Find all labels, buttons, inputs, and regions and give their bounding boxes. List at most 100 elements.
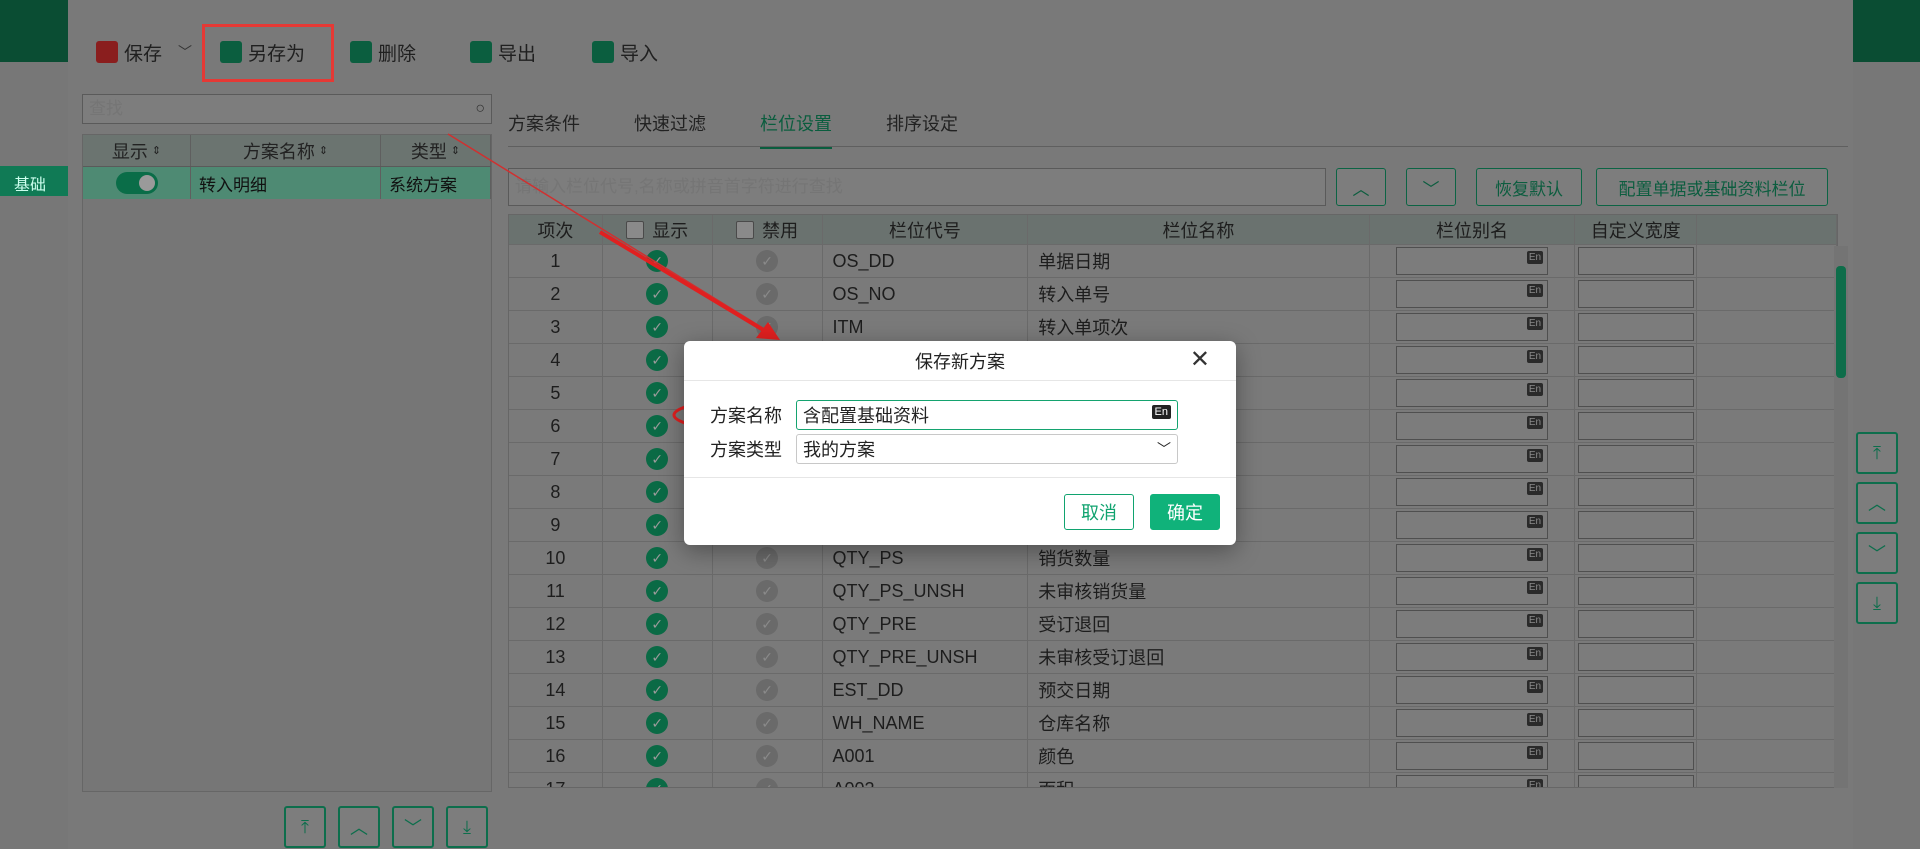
check-circle-disabled-icon[interactable]: ✓ [756, 283, 779, 305]
language-icon[interactable]: En [1526, 647, 1544, 660]
check-circle-icon[interactable]: ✓ [646, 382, 669, 404]
table-row[interactable]: 11 ✓ ✓ QTY_PS_UNSH 未审核销货量 En [509, 575, 1837, 608]
language-icon[interactable]: En [1526, 581, 1544, 594]
language-icon[interactable]: En [1151, 405, 1171, 419]
delete-button[interactable]: 删除 [350, 36, 416, 68]
tab-column-settings[interactable]: 栏位设置 [760, 100, 832, 149]
check-circle-icon[interactable]: ✓ [646, 283, 669, 305]
check-circle-disabled-icon[interactable]: ✓ [756, 646, 779, 668]
tab-sort-settings[interactable]: 排序设定 [886, 100, 958, 149]
width-input[interactable] [1577, 775, 1694, 787]
col-header-scheme-name[interactable]: 方案名称 ⇕ [191, 135, 381, 166]
width-input[interactable] [1577, 742, 1694, 770]
check-circle-icon[interactable]: ✓ [646, 514, 669, 536]
check-circle-icon[interactable]: ✓ [646, 349, 669, 371]
import-button[interactable]: 导入 [592, 36, 658, 68]
alias-input[interactable]: En [1396, 313, 1549, 341]
check-circle-icon[interactable]: ✓ [646, 712, 669, 734]
scheme-search-field[interactable]: ○ [82, 94, 492, 124]
width-input[interactable] [1577, 577, 1694, 605]
column-search-field[interactable] [508, 168, 1326, 206]
table-row[interactable]: 1 ✓ ✓ OS_DD 单据日期 En [509, 245, 1837, 278]
language-icon[interactable]: En [1526, 350, 1544, 363]
check-circle-icon[interactable]: ✓ [646, 547, 669, 569]
language-icon[interactable]: En [1526, 317, 1544, 330]
language-icon[interactable]: En [1526, 383, 1544, 396]
check-circle-icon[interactable]: ✓ [646, 646, 669, 668]
check-circle-disabled-icon[interactable]: ✓ [756, 547, 779, 569]
alias-input[interactable]: En [1396, 643, 1549, 671]
table-row[interactable]: 15 ✓ ✓ WH_NAME 仓库名称 En [509, 707, 1837, 740]
alias-input[interactable]: En [1396, 379, 1549, 407]
check-circle-icon[interactable]: ✓ [646, 613, 669, 635]
check-circle-icon[interactable]: ✓ [646, 250, 669, 272]
check-circle-disabled-icon[interactable]: ✓ [756, 613, 779, 635]
disable-all-checkbox[interactable] [736, 220, 755, 239]
width-input[interactable] [1577, 412, 1694, 440]
table-row[interactable]: 2 ✓ ✓ OS_NO 转入单号 En [509, 278, 1837, 311]
move-up-small-button[interactable]: ︿ [1336, 168, 1386, 206]
check-circle-icon[interactable]: ✓ [646, 481, 669, 503]
column-search-input[interactable] [515, 177, 1319, 197]
table-row[interactable]: 14 ✓ ✓ EST_DD 预交日期 En [509, 674, 1837, 707]
move-down-button[interactable]: ﹀ [392, 806, 434, 848]
alias-input[interactable]: En [1396, 709, 1549, 737]
check-circle-icon[interactable]: ✓ [646, 415, 669, 437]
scheme-type-select[interactable]: 我的方案 ﹀ [796, 434, 1178, 464]
table-row[interactable]: 16 ✓ ✓ A001 颜色 En [509, 740, 1837, 773]
restore-default-button[interactable]: 恢复默认 [1476, 168, 1582, 206]
language-icon[interactable]: En [1526, 746, 1544, 759]
column-move-bottom-button[interactable]: ⤓ [1856, 582, 1898, 624]
check-circle-icon[interactable]: ✓ [646, 745, 669, 767]
width-input[interactable] [1577, 676, 1694, 704]
close-icon[interactable]: ✕ [1190, 348, 1210, 372]
language-icon[interactable]: En [1526, 251, 1544, 264]
table-row[interactable]: 10 ✓ ✓ QTY_PS 销货数量 En [509, 542, 1837, 575]
alias-input[interactable]: En [1396, 676, 1549, 704]
export-button[interactable]: 导出 [470, 36, 536, 68]
language-icon[interactable]: En [1526, 680, 1544, 693]
check-circle-icon[interactable]: ✓ [646, 679, 669, 701]
alias-input[interactable]: En [1396, 610, 1549, 638]
check-circle-disabled-icon[interactable]: ✓ [756, 679, 779, 701]
column-move-up-button[interactable]: ︿ [1856, 482, 1898, 524]
language-icon[interactable]: En [1526, 779, 1544, 787]
alias-input[interactable]: En [1396, 478, 1549, 506]
language-icon[interactable]: En [1526, 284, 1544, 297]
tab-quick-filter[interactable]: 快速过滤 [634, 100, 706, 149]
width-input[interactable] [1577, 247, 1694, 275]
check-circle-disabled-icon[interactable]: ✓ [756, 745, 779, 767]
grid-scrollbar-thumb[interactable] [1836, 266, 1846, 378]
configure-fields-button[interactable]: 配置单据或基础资料栏位 [1596, 168, 1828, 206]
scheme-row[interactable]: 转入明细 系统方案 [83, 167, 491, 199]
width-input[interactable] [1577, 379, 1694, 407]
language-icon[interactable]: En [1526, 614, 1544, 627]
move-down-small-button[interactable]: ﹀ [1406, 168, 1456, 206]
language-icon[interactable]: En [1526, 548, 1544, 561]
alias-input[interactable]: En [1396, 346, 1549, 374]
alias-input[interactable]: En [1396, 577, 1549, 605]
alias-input[interactable]: En [1396, 247, 1549, 275]
save-button[interactable]: 保存 ﹀ [96, 36, 192, 68]
check-circle-disabled-icon[interactable]: ✓ [756, 712, 779, 734]
check-circle-icon[interactable]: ✓ [646, 316, 669, 338]
check-circle-icon[interactable]: ✓ [646, 448, 669, 470]
show-toggle[interactable] [115, 172, 158, 194]
language-icon[interactable]: En [1526, 449, 1544, 462]
alias-input[interactable]: En [1396, 511, 1549, 539]
table-row[interactable]: 13 ✓ ✓ QTY_PRE_UNSH 未审核受订退回 En [509, 641, 1837, 674]
move-bottom-button[interactable]: ⤓ [446, 806, 488, 848]
move-top-button[interactable]: ⤒ [284, 806, 326, 848]
width-input[interactable] [1577, 610, 1694, 638]
width-input[interactable] [1577, 313, 1694, 341]
search-icon[interactable]: ○ [475, 100, 485, 118]
check-circle-disabled-icon[interactable]: ✓ [756, 250, 779, 272]
language-icon[interactable]: En [1526, 482, 1544, 495]
chevron-down-icon[interactable]: ﹀ [178, 42, 192, 62]
tab-scheme-conditions[interactable]: 方案条件 [508, 100, 580, 149]
cancel-button[interactable]: 取消 [1064, 494, 1134, 530]
scheme-search-input[interactable] [89, 99, 476, 119]
width-input[interactable] [1577, 544, 1694, 572]
scheme-name-input[interactable]: 含配置基础资料 En [796, 400, 1178, 430]
col-header-type[interactable]: 类型 ⇕ [381, 135, 491, 166]
